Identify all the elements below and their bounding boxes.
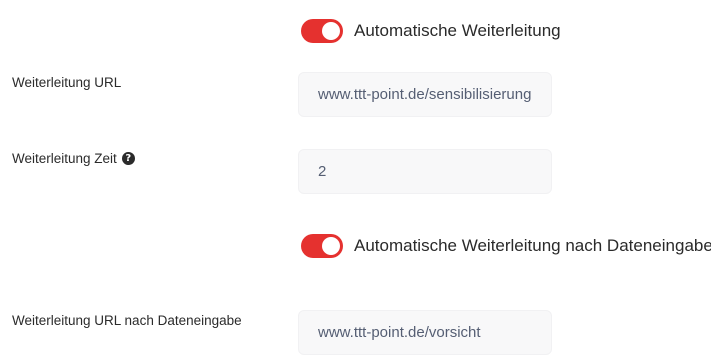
redirect-url-after-input-label-text: Weiterleitung URL nach Dateneingabe [12,313,242,328]
redirect-time-label-text: Weiterleitung Zeit [12,151,117,166]
redirect-url-input[interactable] [298,72,552,117]
toggle-knob [322,237,340,255]
redirect-time-label: Weiterleitung Zeit ? [12,151,135,166]
redirect-time-input[interactable] [298,149,552,194]
auto-redirect-toggle-row: Automatische Weiterleitung [301,19,561,43]
auto-redirect-toggle[interactable] [301,19,343,43]
auto-redirect-label: Automatische Weiterleitung [354,21,561,40]
auto-redirect-after-input-toggle[interactable] [301,234,343,258]
auto-redirect-after-input-toggle-row: Automatische Weiterleitung nach Datenein… [301,234,711,258]
auto-redirect-after-input-label: Automatische Weiterleitung nach Datenein… [354,236,711,255]
redirect-url-label: Weiterleitung URL [12,75,121,90]
question-circle-icon[interactable]: ? [121,152,135,165]
toggle-knob [322,22,340,40]
redirect-url-after-input-input[interactable] [298,310,552,355]
redirect-url-label-text: Weiterleitung URL [12,75,122,90]
redirect-url-after-input-label: Weiterleitung URL nach Dateneingabe [12,313,242,328]
